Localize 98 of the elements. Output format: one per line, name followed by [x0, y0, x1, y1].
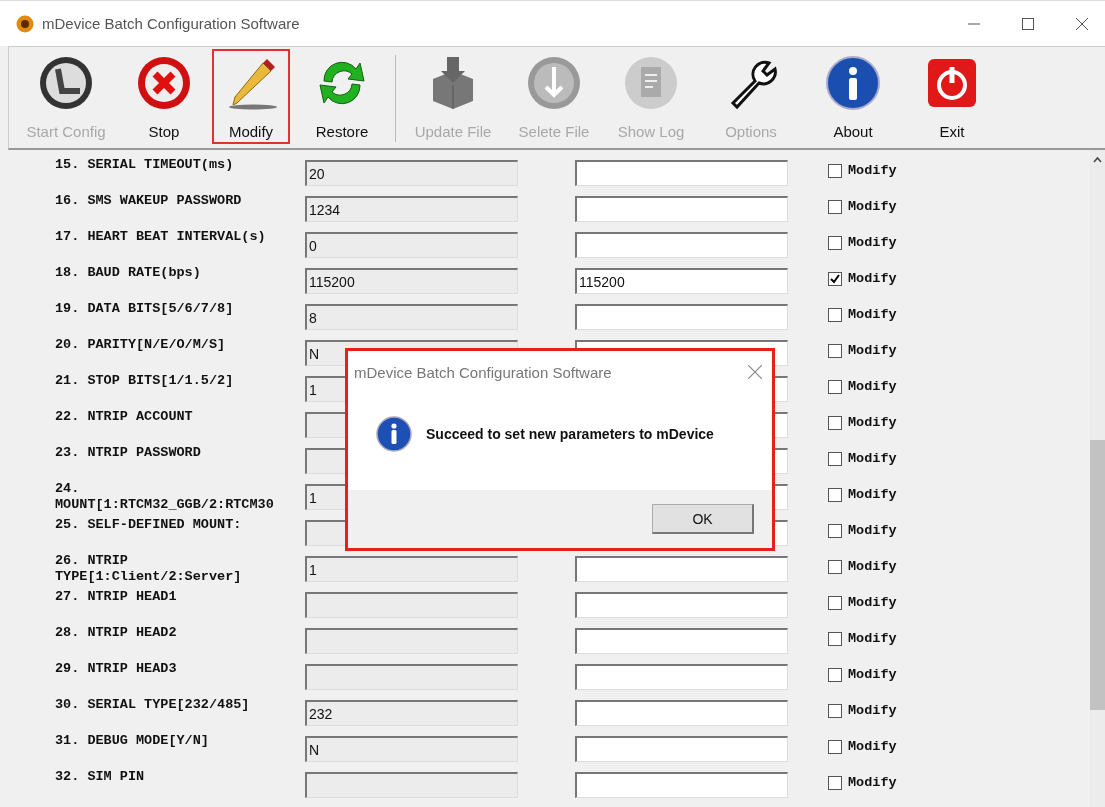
parameter-label: 26. NTRIP TYPE[1:Client/2:Server] [55, 552, 243, 585]
parameter-label: 28. NTRIP HEAD2 [55, 624, 178, 641]
new-value-field[interactable] [575, 772, 788, 798]
toolbar-button[interactable]: Restore [296, 49, 388, 144]
current-value-field[interactable] [305, 772, 518, 798]
maximize-icon [1022, 17, 1034, 30]
current-value-field[interactable]: 115200 [305, 268, 518, 294]
clock-icon [38, 55, 94, 111]
new-value-field[interactable] [575, 232, 788, 258]
parameter-label: 30. SERIAL TYPE[232/485] [55, 696, 251, 713]
toolbar-button[interactable]: Stop [122, 49, 206, 144]
checkbox[interactable] [828, 631, 842, 646]
checkbox[interactable] [828, 307, 842, 322]
checkbox[interactable] [828, 775, 842, 790]
parameter-label: 27. NTRIP HEAD1 [55, 588, 178, 605]
parameter-label: 16. SMS WAKEUP PASSWORD [55, 192, 243, 209]
current-value-field[interactable] [305, 592, 518, 618]
checkbox[interactable] [828, 199, 842, 214]
new-value-field[interactable] [575, 664, 788, 690]
checkbox-label: Modify [848, 739, 897, 754]
parameter-label: 18. BAUD RATE(bps) [55, 264, 202, 281]
new-value-field[interactable] [575, 628, 788, 654]
checkbox-label: Modify [848, 487, 897, 502]
current-value-field[interactable] [305, 628, 518, 654]
new-value-field[interactable] [575, 556, 788, 582]
checkbox-label: Modify [848, 163, 897, 178]
parameter-label: 17. HEART BEAT INTERVAL(s) [55, 228, 267, 245]
stop-icon [136, 55, 192, 111]
checkbox[interactable] [828, 595, 842, 610]
new-value-field[interactable] [575, 196, 788, 222]
checkbox-label: Modify [848, 271, 897, 286]
parameter-label: 31. DEBUG MODE[Y/N] [55, 732, 210, 749]
checkbox-label: Modify [848, 631, 897, 646]
parameter-label: 24. MOUNT[1:RTCM32_GGB/2:RTCM30 [55, 480, 275, 513]
checkbox-label: Modify [848, 235, 897, 250]
checkbox-label: Modify [848, 775, 897, 790]
parameter-label: 15. SERIAL TIMEOUT(ms) [55, 156, 235, 173]
toolbar-button[interactable]: Modify [212, 49, 290, 144]
checkbox-label: Modify [848, 199, 897, 214]
checkbox-label: Modify [848, 343, 897, 358]
new-value-field[interactable] [575, 592, 788, 618]
checkbox[interactable] [828, 235, 842, 250]
checkbox-label: Modify [848, 307, 897, 322]
checkbox[interactable] [828, 343, 842, 358]
info-icon [825, 55, 881, 111]
checkbox[interactable] [828, 523, 842, 538]
parameter-label: 23. NTRIP PASSWORD [55, 444, 202, 461]
current-value-field[interactable]: 20 [305, 160, 518, 186]
checkbox-label: Modify [848, 595, 897, 610]
vertical-scrollbar[interactable] [1090, 150, 1105, 807]
new-value-field[interactable] [575, 160, 788, 186]
checkbox-label: Modify [848, 559, 897, 574]
checkbox[interactable] [828, 163, 842, 178]
current-value-field[interactable]: 0 [305, 232, 518, 258]
close-icon[interactable] [748, 365, 762, 379]
dialog-message: Succeed to set new parameters to mDevice [426, 425, 714, 442]
checkbox[interactable] [828, 379, 842, 394]
checkbox[interactable] [828, 739, 842, 754]
current-value-field[interactable]: 8 [305, 304, 518, 330]
close-icon [1076, 17, 1088, 30]
download-icon [526, 55, 582, 111]
document-icon [623, 55, 679, 111]
new-value-field[interactable]: 115200 [575, 268, 788, 294]
parameter-label: 32. SIM PIN [55, 768, 146, 785]
checkbox[interactable] [828, 271, 842, 286]
checkbox[interactable] [828, 559, 842, 574]
info-icon [376, 415, 412, 452]
checkbox[interactable] [828, 415, 842, 430]
checkbox-label: Modify [848, 415, 897, 430]
current-value-field[interactable]: 1 [305, 556, 518, 582]
parameter-label: 19. DATA BITS[5/6/7/8] [55, 300, 235, 317]
checkbox-label: Modify [848, 523, 897, 538]
new-value-field[interactable] [575, 700, 788, 726]
parameter-label: 21. STOP BITS[1/1.5/2] [55, 372, 235, 389]
current-value-field[interactable]: N [305, 736, 518, 762]
checkbox[interactable] [828, 667, 842, 682]
parameter-label: 22. NTRIP ACCOUNT [55, 408, 194, 425]
checkbox[interactable] [828, 703, 842, 718]
current-value-field[interactable]: 232 [305, 700, 518, 726]
app-icon [16, 14, 34, 33]
parameter-label: 29. NTRIP HEAD3 [55, 660, 178, 677]
parameter-label: 20. PARITY[N/E/O/M/S] [55, 336, 227, 353]
window-title: mDevice Batch Configuration Software [42, 15, 301, 32]
checkbox-label: Modify [848, 451, 897, 466]
checkbox[interactable] [828, 451, 842, 466]
toolbar-button[interactable]: About [805, 49, 901, 144]
dialog-title: mDevice Batch Configuration Software [354, 363, 612, 381]
parameter-label: 25. SELF-DEFINED MOUNT: [55, 516, 243, 533]
new-value-field[interactable] [575, 304, 788, 330]
new-value-field[interactable] [575, 736, 788, 762]
ok-button[interactable]: OK [652, 504, 754, 534]
current-value-field[interactable]: 1234 [305, 196, 518, 222]
toolbar-button[interactable]: Exit [907, 49, 997, 144]
checkbox-label: Modify [848, 667, 897, 682]
checkbox-label: Modify [848, 379, 897, 394]
current-value-field[interactable] [305, 664, 518, 690]
checkbox-label: Modify [848, 703, 897, 718]
checkbox[interactable] [828, 487, 842, 502]
